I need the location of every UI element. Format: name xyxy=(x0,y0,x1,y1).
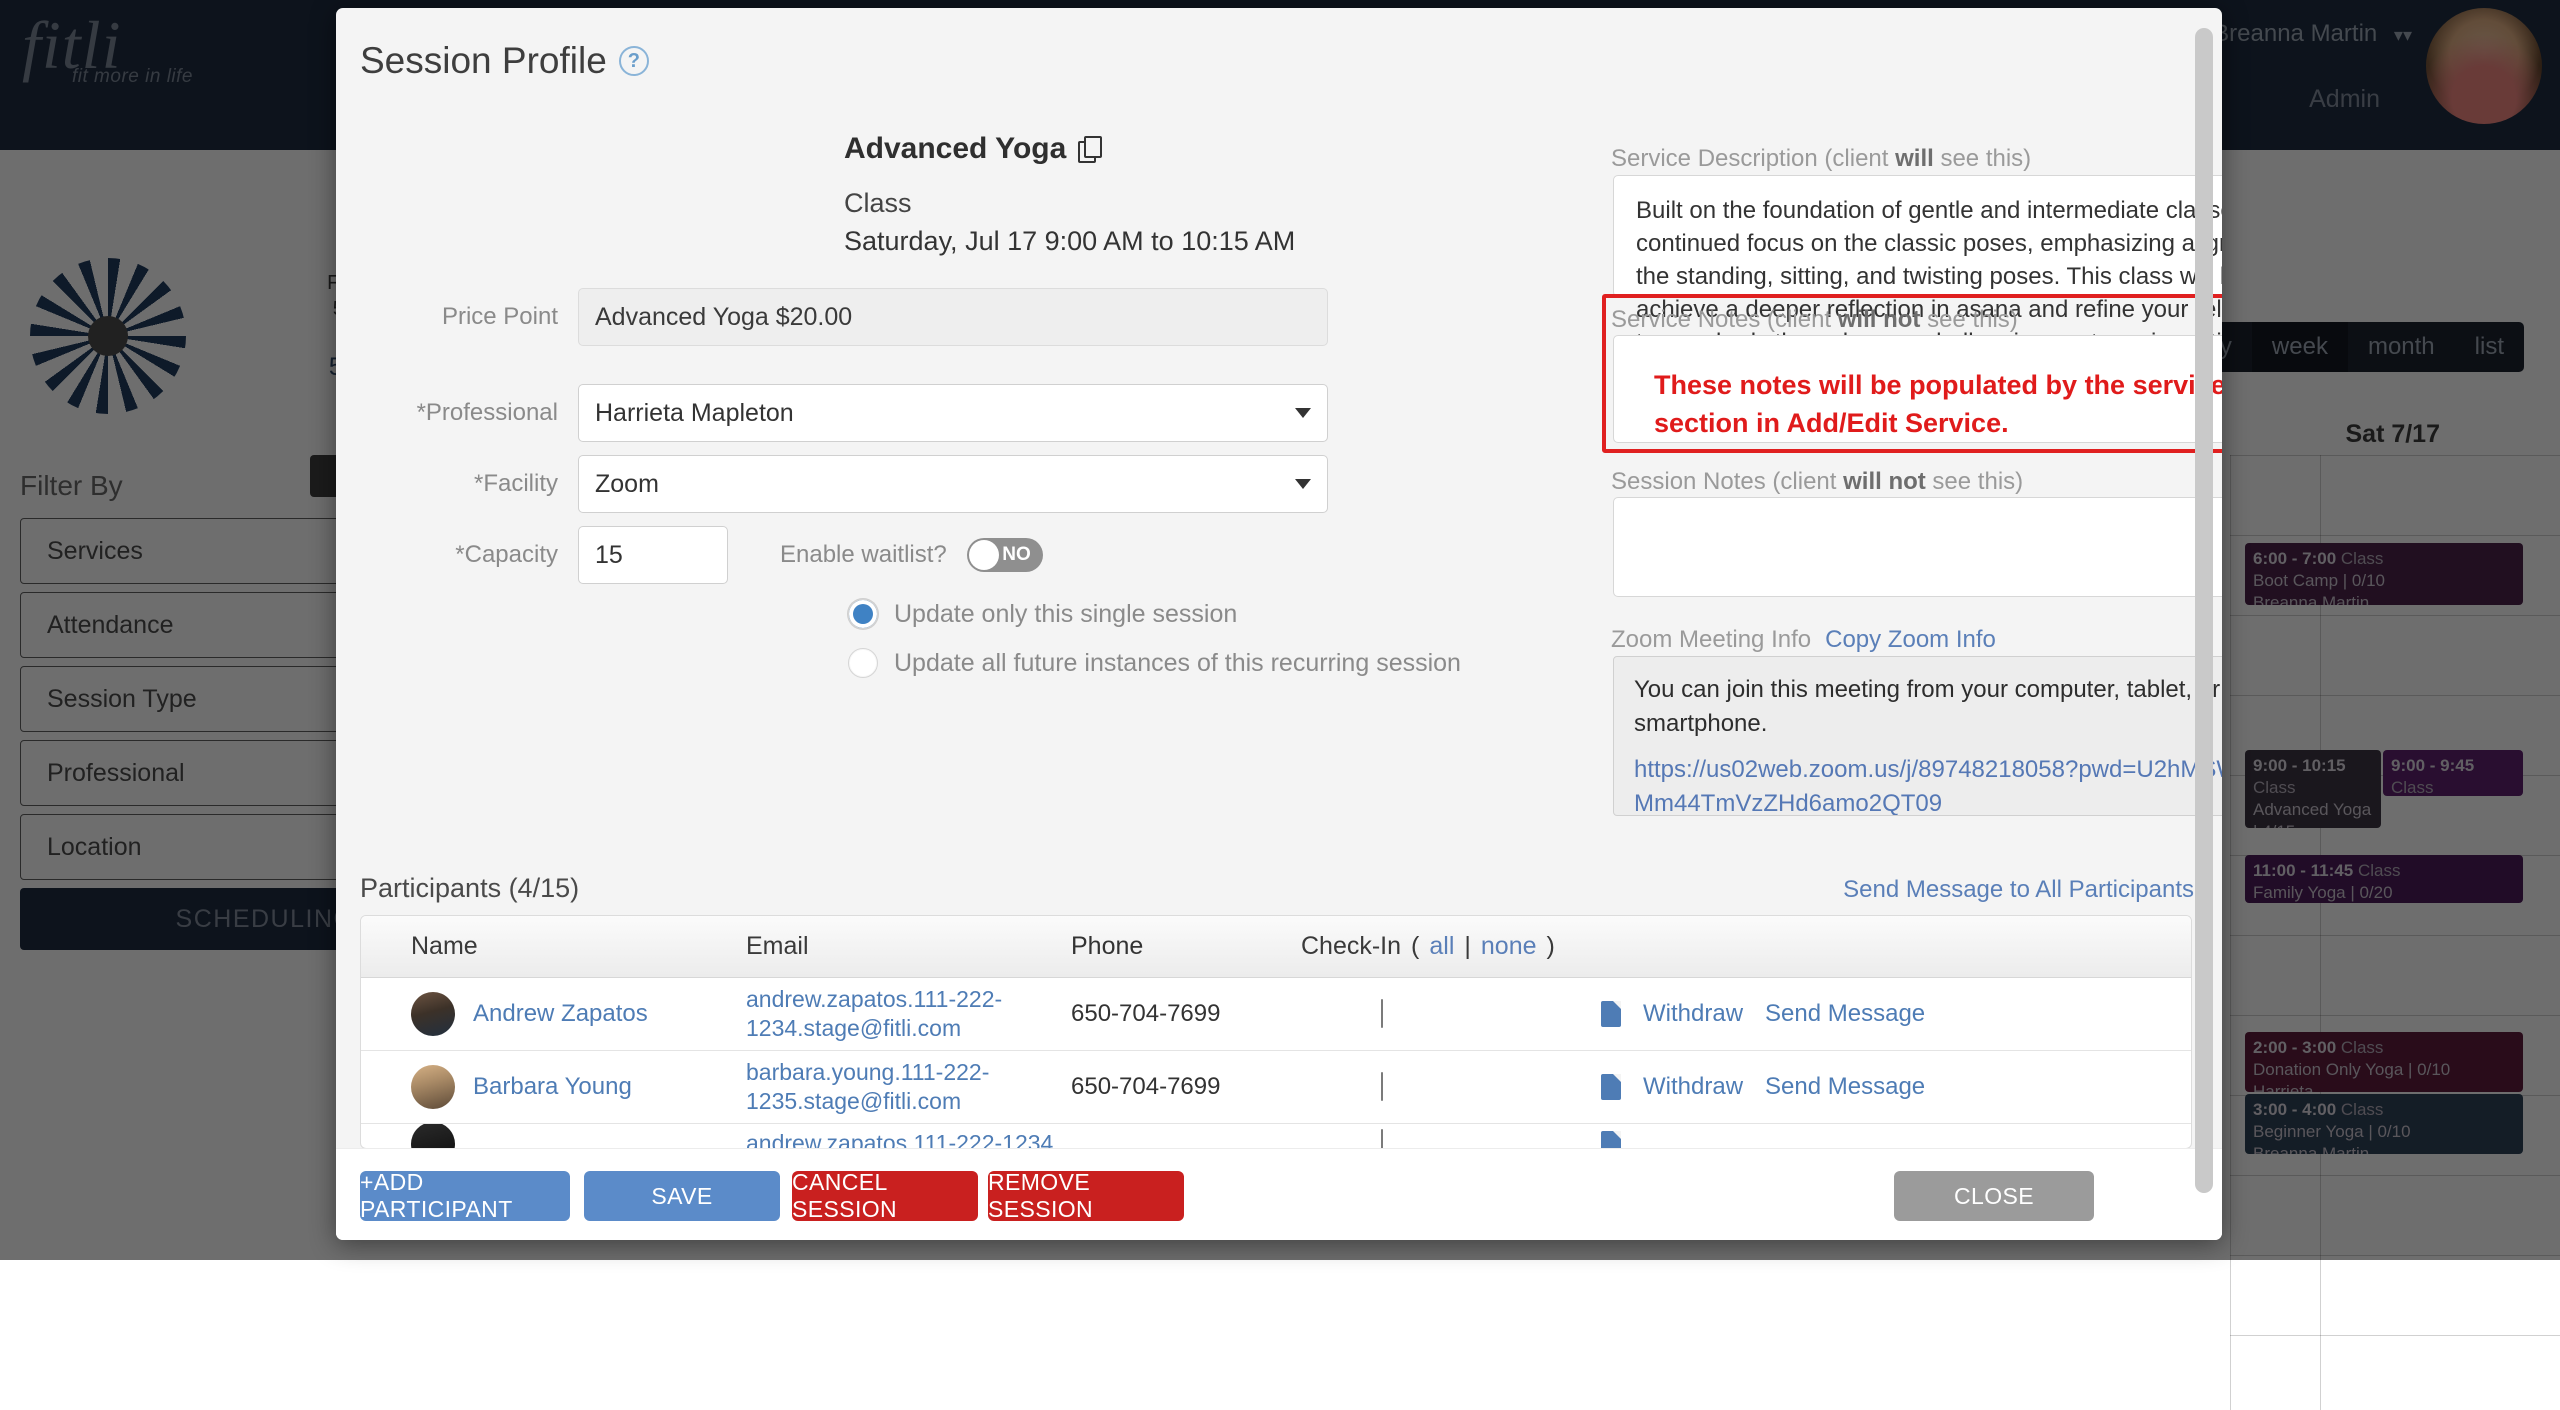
radio-single-session[interactable]: Update only this single session xyxy=(848,599,1237,629)
service-notes-annotation: These notes will be populated by the ser… xyxy=(1636,354,2222,454)
radio-button[interactable] xyxy=(848,648,878,678)
send-message-link[interactable]: Send Message xyxy=(1765,1000,1925,1028)
zoom-info-label: Zoom Meeting Info xyxy=(1611,626,1811,654)
zoom-info-box[interactable]: You can join this meeting from your comp… xyxy=(1613,656,2222,816)
participant-name-link[interactable]: Andrew Zapatos xyxy=(473,1000,648,1028)
price-point-label: Price Point xyxy=(360,303,578,331)
cancel-session-button[interactable]: CANCEL SESSION xyxy=(792,1171,978,1221)
column-header-checkin: Check-In xyxy=(1301,932,1401,961)
session-notes-textarea[interactable] xyxy=(1613,497,2222,597)
send-message-link[interactable]: Send Message xyxy=(1765,1073,1925,1101)
help-circle-icon[interactable]: ? xyxy=(619,46,649,76)
column-header-name: Name xyxy=(411,932,478,961)
remove-session-button[interactable]: REMOVE SESSION xyxy=(988,1171,1184,1221)
service-name: Advanced Yoga xyxy=(844,132,1100,166)
column-header-email: Email xyxy=(746,932,809,960)
checkin-checkbox[interactable] xyxy=(1381,1129,1383,1150)
participant-name-link[interactable]: Barbara Young xyxy=(473,1073,632,1101)
close-button[interactable]: CLOSE xyxy=(1894,1171,2094,1221)
participant-email-link[interactable]: barbara.young.111-222-1235.stage@fitli.c… xyxy=(746,1058,1071,1116)
checkin-checkbox[interactable] xyxy=(1381,1072,1383,1101)
professional-value: Harrieta Mapleton xyxy=(595,399,794,428)
send-message-all-link[interactable]: Send Message to All Participants xyxy=(1843,876,2194,904)
avatar xyxy=(411,1065,455,1109)
participants-table: Name Email Phone Check-In (all | none) A… xyxy=(360,915,2192,1149)
service-notes-textarea[interactable]: These notes will be populated by the ser… xyxy=(1613,335,2222,443)
participant-email-link[interactable]: andrew.zapatos.111-222-1234 xyxy=(746,1129,1053,1149)
checkin-all-link[interactable]: all xyxy=(1429,932,1454,961)
waitlist-state: NO xyxy=(1002,544,1031,566)
zoom-info-header: Zoom Meeting Info Copy Zoom Info xyxy=(1611,626,1996,654)
participants-title: Participants (4/15) xyxy=(360,873,579,904)
capacity-input[interactable]: 15 xyxy=(578,526,728,584)
checkin-none-link[interactable]: none xyxy=(1481,932,1537,961)
chevron-down-icon xyxy=(1295,408,1311,418)
session-profile-modal: Session Profile ? Advanced Yoga Class Sa… xyxy=(336,8,2222,1240)
professional-select[interactable]: Harrieta Mapleton xyxy=(578,384,1328,442)
capacity-label: *Capacity xyxy=(360,541,578,569)
session-type-text: Class xyxy=(844,188,912,219)
withdraw-link[interactable]: Withdraw xyxy=(1643,1073,1743,1101)
participant-phone: 650-704-7699 xyxy=(1071,1073,1220,1100)
facility-value: Zoom xyxy=(595,470,659,499)
page-title: Session Profile ? xyxy=(360,40,649,82)
service-notes-label: Service Notes (client will not see this) xyxy=(1611,306,2018,334)
service-name-text: Advanced Yoga xyxy=(844,132,1066,166)
avatar xyxy=(411,992,455,1036)
checkin-separator: | xyxy=(1464,932,1471,961)
session-datetime: Saturday, Jul 17 9:00 AM to 10:15 AM xyxy=(844,226,1295,257)
waitlist-label: Enable waitlist? xyxy=(780,541,947,569)
checkin-checkbox[interactable] xyxy=(1381,999,1383,1028)
toggle-knob xyxy=(969,540,999,570)
table-row[interactable]: Barbara Young barbara.young.111-222-1235… xyxy=(361,1051,2191,1124)
modal-scrollbar[interactable] xyxy=(2195,28,2213,1218)
column-header-phone: Phone xyxy=(1071,932,1143,960)
radio-single-label: Update only this single session xyxy=(894,600,1237,629)
copy-zoom-info-link[interactable]: Copy Zoom Info xyxy=(1825,626,1996,654)
price-point-row: Price Point Advanced Yoga $20.00 xyxy=(360,288,1328,346)
zoom-join-url[interactable]: https://us02web.zoom.us/j/89748218058?pw… xyxy=(1634,756,2222,816)
participant-phone: 650-704-7699 xyxy=(1071,1000,1220,1027)
document-icon[interactable] xyxy=(1601,1131,1621,1150)
service-description-label: Service Description (client will see thi… xyxy=(1611,145,2031,173)
facility-label: *Facility xyxy=(360,470,578,498)
avatar xyxy=(411,1124,455,1149)
save-button[interactable]: SAVE xyxy=(584,1171,780,1221)
radio-all-future-sessions[interactable]: Update all future instances of this recu… xyxy=(848,648,1461,678)
chevron-down-icon xyxy=(1295,479,1311,489)
zoom-join-line: You can join this meeting from your comp… xyxy=(1634,673,2222,741)
professional-row: *Professional Harrieta Mapleton xyxy=(360,384,1328,442)
professional-label: *Professional xyxy=(360,399,578,427)
document-icon[interactable] xyxy=(1601,1074,1621,1100)
radio-button[interactable] xyxy=(848,599,878,629)
capacity-value: 15 xyxy=(595,541,623,570)
facility-select[interactable]: Zoom xyxy=(578,455,1328,513)
price-point-value: Advanced Yoga $20.00 xyxy=(578,288,1328,346)
facility-row: *Facility Zoom xyxy=(360,455,1328,513)
modal-footer: +ADD PARTICIPANT SAVE CANCEL SESSION REM… xyxy=(336,1148,2222,1240)
session-notes-label: Session Notes (client will not see this) xyxy=(1611,468,2023,496)
waitlist-toggle[interactable]: NO xyxy=(967,538,1043,572)
radio-future-label: Update all future instances of this recu… xyxy=(894,649,1461,678)
participant-email-link[interactable]: andrew.zapatos.111-222-1234.stage@fitli.… xyxy=(746,985,1071,1043)
table-row[interactable]: Andrew Zapatos andrew.zapatos.111-222-12… xyxy=(361,978,2191,1051)
modal-scrollbar-thumb[interactable] xyxy=(2195,28,2213,1193)
table-header-row: Name Email Phone Check-In (all | none) xyxy=(361,916,2191,978)
withdraw-link[interactable]: Withdraw xyxy=(1643,1000,1743,1028)
modal-title-text: Session Profile xyxy=(360,40,607,82)
capacity-row: *Capacity 15 Enable waitlist? NO xyxy=(360,526,1043,584)
add-participant-button[interactable]: +ADD PARTICIPANT xyxy=(360,1171,570,1221)
copy-icon[interactable] xyxy=(1078,136,1100,162)
document-icon[interactable] xyxy=(1601,1001,1621,1027)
service-description-textarea[interactable]: Built on the foundation of gentle and in… xyxy=(1613,175,2222,297)
table-row[interactable]: andrew.zapatos.111-222-1234 xyxy=(361,1124,2191,1149)
